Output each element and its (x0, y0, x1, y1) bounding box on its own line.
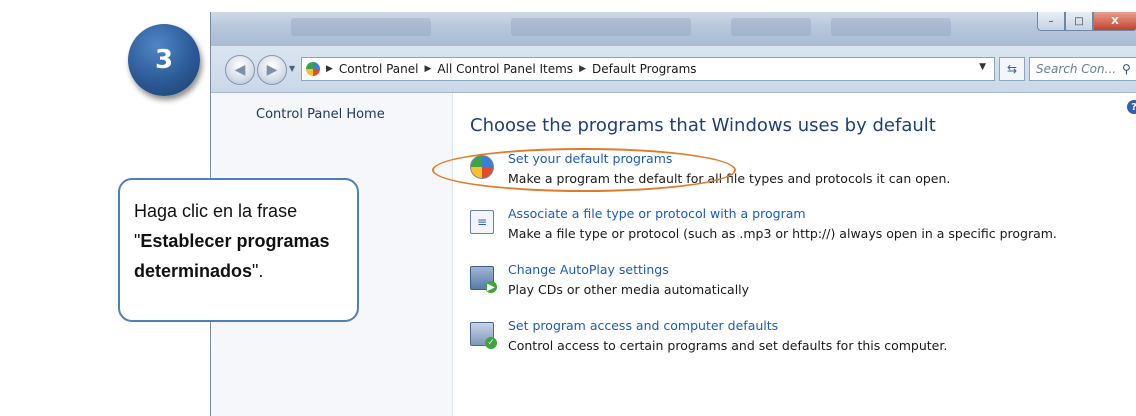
back-arrow-icon[interactable]: ◀ (225, 55, 255, 85)
item-description: Play CDs or other media automatically (508, 282, 750, 297)
address-dropdown-icon[interactable]: ▼ (979, 62, 986, 72)
window-controls: – □ X (1037, 12, 1136, 31)
file-association-icon[interactable]: ≡ (470, 210, 494, 234)
refresh-icon[interactable]: ⇆ (999, 57, 1025, 81)
step-badge: 3 (128, 24, 200, 96)
close-button[interactable]: X (1093, 12, 1136, 31)
control-panel-icon (306, 62, 320, 76)
breadcrumb-default-programs[interactable]: Default Programs (592, 62, 697, 76)
highlight-ellipse (432, 148, 736, 192)
address-field[interactable]: ▶ Control Panel ▶ All Control Panel Item… (301, 57, 995, 81)
search-input[interactable]: Search Con... ⚲ (1029, 57, 1136, 81)
callout-text: Haga clic en la frase "Establecer progra… (134, 196, 343, 286)
chevron-right-icon[interactable]: ▶ (579, 64, 586, 74)
main-content: Choose the programs that Windows uses by… (470, 93, 1136, 416)
item-description: Make a file type or protocol (such as .m… (508, 226, 1057, 241)
search-placeholder: Search Con... (1036, 62, 1117, 76)
program-access-icon[interactable] (470, 322, 497, 349)
maximize-button[interactable]: □ (1065, 12, 1093, 31)
callout-text-after: ". (252, 261, 264, 281)
breadcrumb-control-panel[interactable]: Control Panel (339, 62, 419, 76)
page-title: Choose the programs that Windows uses by… (470, 115, 936, 136)
recent-pages-dropdown-icon[interactable]: ▼ (289, 64, 295, 73)
chevron-right-icon[interactable]: ▶ (326, 64, 333, 74)
chevron-right-icon[interactable]: ▶ (425, 64, 432, 74)
program-access-link[interactable]: Set program access and computer defaults (508, 318, 778, 333)
title-bar[interactable]: – □ X (211, 12, 1136, 46)
breadcrumb-all-items[interactable]: All Control Panel Items (437, 62, 573, 76)
instruction-callout: Haga clic en la frase "Establecer progra… (118, 178, 359, 322)
search-icon[interactable]: ⚲ (1122, 62, 1136, 76)
item-description: Control access to certain programs and s… (508, 338, 948, 353)
forward-arrow-icon[interactable]: ▶ (257, 55, 287, 85)
callout-text-bold: Establecer programas determinados (134, 231, 330, 281)
navigation-bar: ◀ ▶ ▼ ▶ Control Panel ▶ All Control Pane… (211, 46, 1136, 93)
associate-file-type-link[interactable]: Associate a file type or protocol with a… (508, 206, 806, 221)
minimize-button[interactable]: – (1037, 12, 1065, 31)
change-autoplay-link[interactable]: Change AutoPlay settings (508, 262, 669, 277)
autoplay-icon[interactable] (470, 266, 497, 293)
control-panel-home-link[interactable]: Control Panel Home (256, 107, 385, 122)
